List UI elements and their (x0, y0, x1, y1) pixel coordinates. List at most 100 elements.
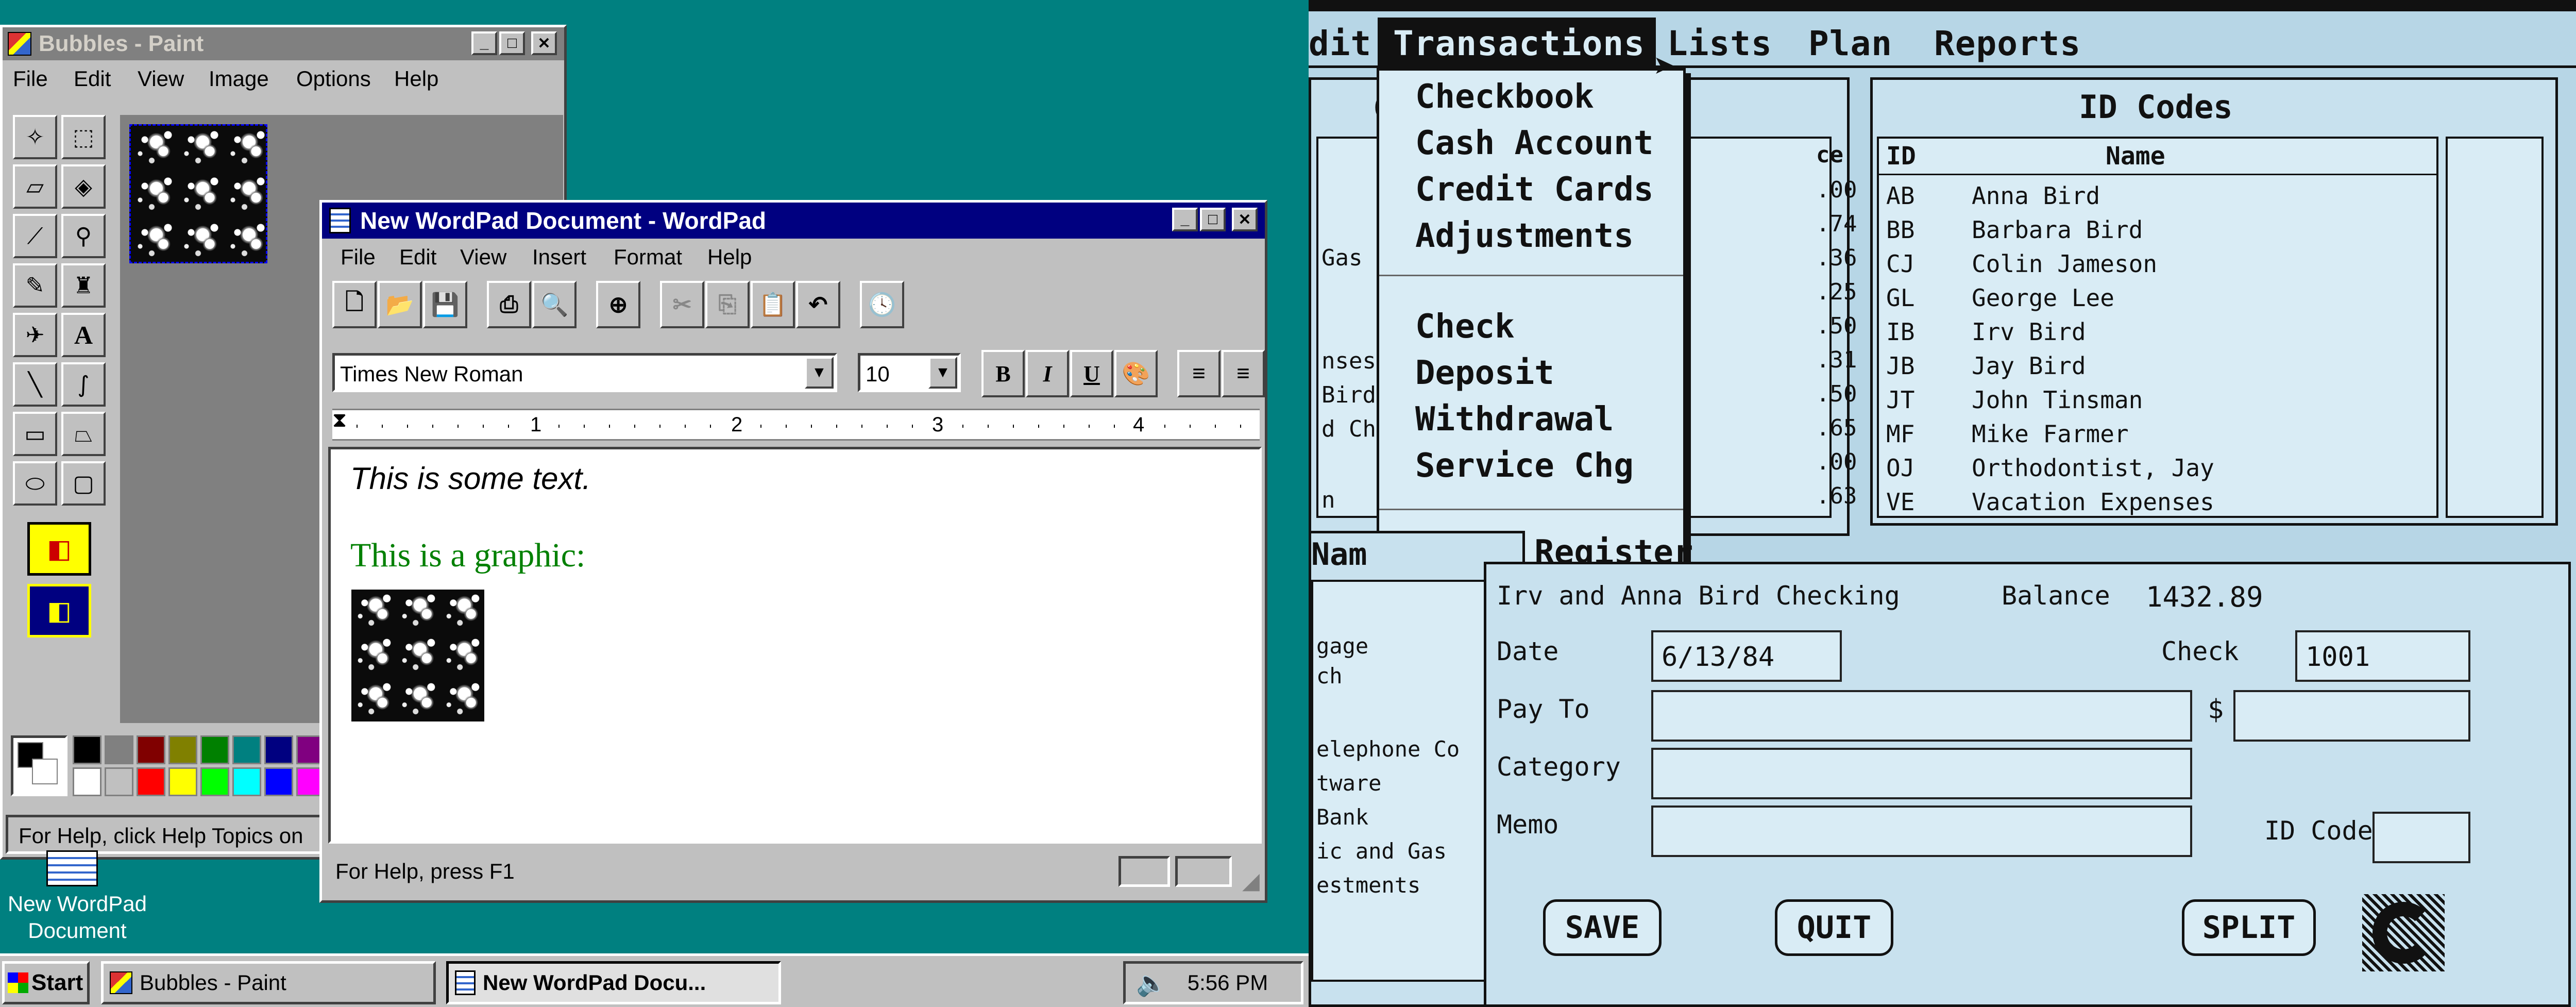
paint-maximize-button[interactable]: □ (499, 31, 525, 55)
mac-menu-edit[interactable]: dit (1309, 24, 1371, 63)
palette-swatch[interactable] (73, 735, 101, 764)
palette-swatch[interactable] (73, 767, 101, 796)
ellipse-icon[interactable]: ⬭ (13, 461, 57, 506)
palette-swatch[interactable] (200, 767, 229, 796)
lower-left-item[interactable]: ch (1316, 663, 1343, 689)
id-name-cell[interactable]: Irv Bird (1972, 318, 2086, 346)
paint-canvas-image[interactable] (129, 124, 267, 263)
palette-swatch[interactable] (264, 735, 293, 764)
task-button-wordpad[interactable]: New WordPad Docu... (446, 961, 781, 1004)
id-code-cell[interactable]: MF (1886, 420, 1914, 448)
palette-swatch[interactable] (137, 735, 165, 764)
id-code-cell[interactable]: IB (1886, 318, 1914, 346)
id-name-cell[interactable]: Jay Bird (1972, 352, 2086, 380)
id-name-cell[interactable]: Mike Farmer (1972, 420, 2129, 448)
mac-menu-reports[interactable]: Reports (1934, 24, 2081, 63)
speaker-icon[interactable]: 🔈 (1136, 968, 1167, 998)
rectangle-icon[interactable]: ▭ (13, 412, 57, 456)
wordpad-menu-format[interactable]: Format (614, 245, 682, 270)
menu-item-checkbook[interactable]: Checkbook (1415, 78, 1594, 116)
paint-option-transparent-icon[interactable]: ◧ (27, 584, 91, 637)
wordpad-document[interactable]: This is some text. This is a graphic: (328, 447, 1262, 844)
id-name-cell[interactable]: Vacation Expenses (1972, 488, 2214, 516)
paint-option-opaque-icon[interactable]: ◧ (27, 522, 91, 576)
curve-icon[interactable]: ∫ (61, 362, 106, 407)
clock[interactable]: 5:56 PM (1188, 970, 1268, 995)
id-name-cell[interactable]: Colin Jameson (1972, 250, 2157, 278)
id-name-cell[interactable]: Barbara Bird (1972, 216, 2143, 244)
paint-minimize-button[interactable]: _ (471, 31, 497, 55)
lower-left-item[interactable]: Bank (1316, 804, 1368, 830)
wordpad-menu-file[interactable]: File (341, 245, 376, 270)
amount-field[interactable] (2233, 690, 2470, 742)
wordpad-menu-insert[interactable]: Insert (532, 245, 586, 270)
paint-menu-edit[interactable]: Edit (74, 66, 111, 91)
id-code-cell[interactable]: CJ (1886, 250, 1914, 278)
document-embedded-graphic[interactable] (351, 590, 484, 721)
id-code-cell[interactable]: JT (1886, 386, 1914, 414)
fill-bucket-icon[interactable]: ◈ (61, 164, 106, 209)
save-button[interactable]: SAVE (1543, 899, 1662, 956)
eraser-icon[interactable]: ▱ (13, 164, 57, 209)
paint-menu-help[interactable]: Help (394, 66, 438, 91)
palette-swatch[interactable] (168, 735, 197, 764)
insert-datetime-icon[interactable]: 🕓 (860, 281, 904, 328)
date-field[interactable]: 6/13/84 (1651, 630, 1842, 682)
id-code-cell[interactable]: VE (1886, 488, 1914, 516)
menu-item-adjustments[interactable]: Adjustments (1415, 217, 1634, 255)
free-select-icon[interactable]: ✧ (13, 115, 57, 159)
id-code-cell[interactable]: AB (1886, 182, 1914, 210)
ruler-indent-marker-icon[interactable]: ⧗ (332, 408, 347, 432)
id-code-cell[interactable]: JB (1886, 352, 1914, 380)
bold-button[interactable]: B (981, 350, 1025, 397)
wordpad-menu-help[interactable]: Help (707, 245, 752, 270)
current-colors[interactable] (11, 735, 67, 796)
id-codes-list[interactable]: ID Name AB Anna Bird BB Barbara Bird CJ Colin… (1877, 137, 2438, 518)
copy-icon[interactable]: ⎘ (705, 281, 750, 328)
align-left-icon[interactable]: ≡ (1177, 350, 1221, 397)
id-name-cell[interactable]: Orthodontist, Jay (1972, 454, 2214, 482)
paint-menu-options[interactable]: Options (296, 66, 371, 91)
start-button[interactable]: Start (2, 961, 90, 1004)
open-folder-icon[interactable]: 📂 (378, 281, 422, 328)
memo-field[interactable] (1651, 805, 2192, 857)
menu-item-service-chg[interactable]: Service Chg (1415, 447, 1634, 485)
palette-swatch[interactable] (137, 767, 165, 796)
paint-menu-image[interactable]: Image (209, 66, 269, 91)
pencil-icon[interactable]: ✎ (13, 263, 57, 308)
wordpad-maximize-button[interactable]: □ (1200, 208, 1226, 231)
palette-swatch[interactable] (105, 735, 133, 764)
lower-left-item[interactable]: tware (1316, 770, 1381, 796)
palette-swatch[interactable] (232, 767, 261, 796)
mac-menu-transactions[interactable]: Transactions (1378, 18, 1656, 67)
palette-swatch[interactable] (264, 767, 293, 796)
split-button[interactable]: SPLIT (2182, 899, 2316, 956)
paint-menu-file[interactable]: File (13, 66, 48, 91)
palette-swatch[interactable] (232, 735, 261, 764)
paste-icon[interactable]: 📋 (751, 281, 795, 328)
idcode-field[interactable] (2372, 812, 2470, 863)
wordpad-minimize-button[interactable]: _ (1172, 208, 1198, 231)
lower-left-item[interactable]: ic and Gas (1316, 838, 1447, 864)
wordpad-titlebar[interactable]: New WordPad Document - WordPad _ □ ✕ (322, 203, 1265, 239)
paint-close-button[interactable]: ✕ (531, 31, 557, 55)
menu-item-credit-cards[interactable]: Credit Cards (1415, 171, 1653, 209)
new-document-icon[interactable]: 🗋 (332, 281, 377, 328)
mac-menu-lists[interactable]: Lists (1667, 24, 1772, 63)
save-disk-icon[interactable]: 💾 (423, 281, 467, 328)
wordpad-ruler[interactable]: ⧗ 1 2 3 4 (332, 408, 1260, 441)
menu-item-check[interactable]: Check (1415, 308, 1515, 346)
wordpad-menu-view[interactable]: View (460, 245, 506, 270)
cut-icon[interactable]: ✂ (660, 281, 704, 328)
brush-icon[interactable]: ♜ (61, 263, 106, 308)
font-name-dropdown-icon[interactable]: ▼ (805, 357, 834, 389)
rect-select-icon[interactable]: ⬚ (61, 115, 106, 159)
lower-left-item[interactable]: estments (1316, 872, 1420, 898)
font-name-select[interactable]: Times New Roman ▼ (332, 353, 837, 392)
id-name-cell[interactable]: Anna Bird (1972, 182, 2100, 210)
task-button-paint[interactable]: Bubbles - Paint (101, 961, 436, 1004)
magnifier-icon[interactable]: ⚲ (61, 214, 106, 258)
wordpad-menu-edit[interactable]: Edit (399, 245, 436, 270)
id-code-cell[interactable]: OJ (1886, 454, 1914, 482)
menu-item-withdrawal[interactable]: Withdrawal (1415, 400, 1614, 439)
